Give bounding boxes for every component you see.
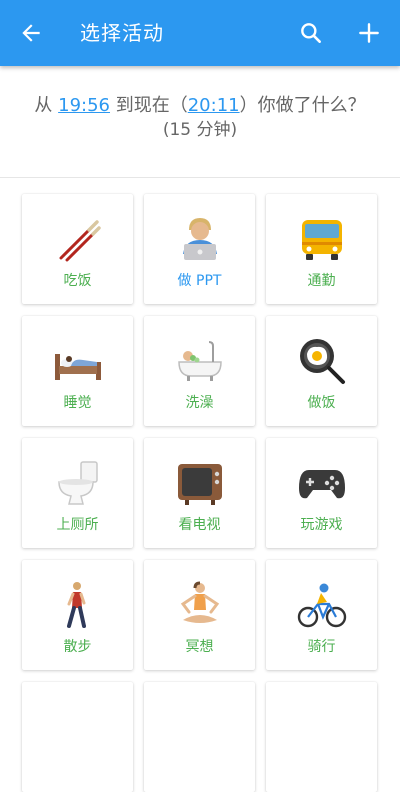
activity-label: 散步: [63, 639, 92, 655]
activity-card-cycle[interactable]: 骑行: [266, 560, 377, 670]
prompt-suffix: ）你做了什么？: [239, 95, 366, 116]
activity-label: 看电视: [178, 517, 221, 533]
activity-label: 做 PPT: [177, 273, 222, 289]
activity-card-partial[interactable]: [144, 682, 255, 792]
add-icon[interactable]: [356, 20, 382, 46]
prompt-middle: 到现在（: [110, 95, 188, 116]
activity-label: 睡觉: [63, 395, 92, 411]
activity-card-ppt[interactable]: 做 PPT: [144, 194, 255, 304]
activity-label: 洗澡: [185, 395, 214, 411]
search-icon[interactable]: [298, 20, 324, 46]
bus-icon: [302, 220, 342, 260]
activity-card-game[interactable]: 玩游戏: [266, 438, 377, 548]
cyclist-icon: [297, 583, 347, 628]
activity-card-partial[interactable]: [266, 682, 377, 792]
laptop-person-icon: [183, 218, 217, 260]
television-icon: [178, 464, 222, 505]
page-title: 选择活动: [80, 21, 164, 45]
chopsticks-icon: [59, 220, 101, 262]
activity-card-tv[interactable]: 看电视: [144, 438, 255, 548]
activity-card-eat[interactable]: 吃饭: [22, 194, 133, 304]
activity-card-commute[interactable]: 通勤: [266, 194, 377, 304]
toilet-icon: [58, 461, 98, 505]
activity-card-walk[interactable]: 散步: [22, 560, 133, 670]
time-range-prompt: 从 19:56 到现在（20:11）你做了什么？ (15 分钟): [0, 94, 400, 142]
activity-label: 冥想: [185, 639, 214, 655]
end-time-link[interactable]: 20:11: [188, 95, 240, 116]
walking-person-icon: [67, 582, 86, 628]
activity-card-meditate[interactable]: 冥想: [144, 560, 255, 670]
gamepad-icon: [299, 470, 345, 499]
prompt-prefix: 从: [34, 95, 59, 116]
duration-text: (15 分钟): [162, 120, 238, 140]
activity-label: 骑行: [307, 639, 336, 655]
activity-card-toilet[interactable]: 上厕所: [22, 438, 133, 548]
activity-label: 通勤: [307, 273, 336, 289]
divider: [0, 177, 400, 178]
activity-label: 上厕所: [56, 517, 99, 533]
activity-card-partial[interactable]: [22, 682, 133, 792]
bed-icon: [55, 354, 101, 380]
start-time-link[interactable]: 19:56: [58, 95, 110, 116]
activity-card-bath[interactable]: 洗澡: [144, 316, 255, 426]
activity-card-sleep[interactable]: 睡觉: [22, 316, 133, 426]
activity-label: 玩游戏: [300, 517, 343, 533]
frying-pan-icon: [300, 339, 345, 384]
app-bar: 选择活动: [0, 0, 400, 66]
activity-label: 吃饭: [63, 273, 92, 289]
bathtub-icon: [178, 341, 222, 381]
back-arrow-icon[interactable]: [18, 20, 44, 46]
meditation-icon: [180, 581, 220, 623]
prompt-line: 从 19:56 到现在（20:11）你做了什么？: [0, 94, 400, 118]
activity-card-cook[interactable]: 做饭: [266, 316, 377, 426]
activity-label: 做饭: [307, 395, 336, 411]
